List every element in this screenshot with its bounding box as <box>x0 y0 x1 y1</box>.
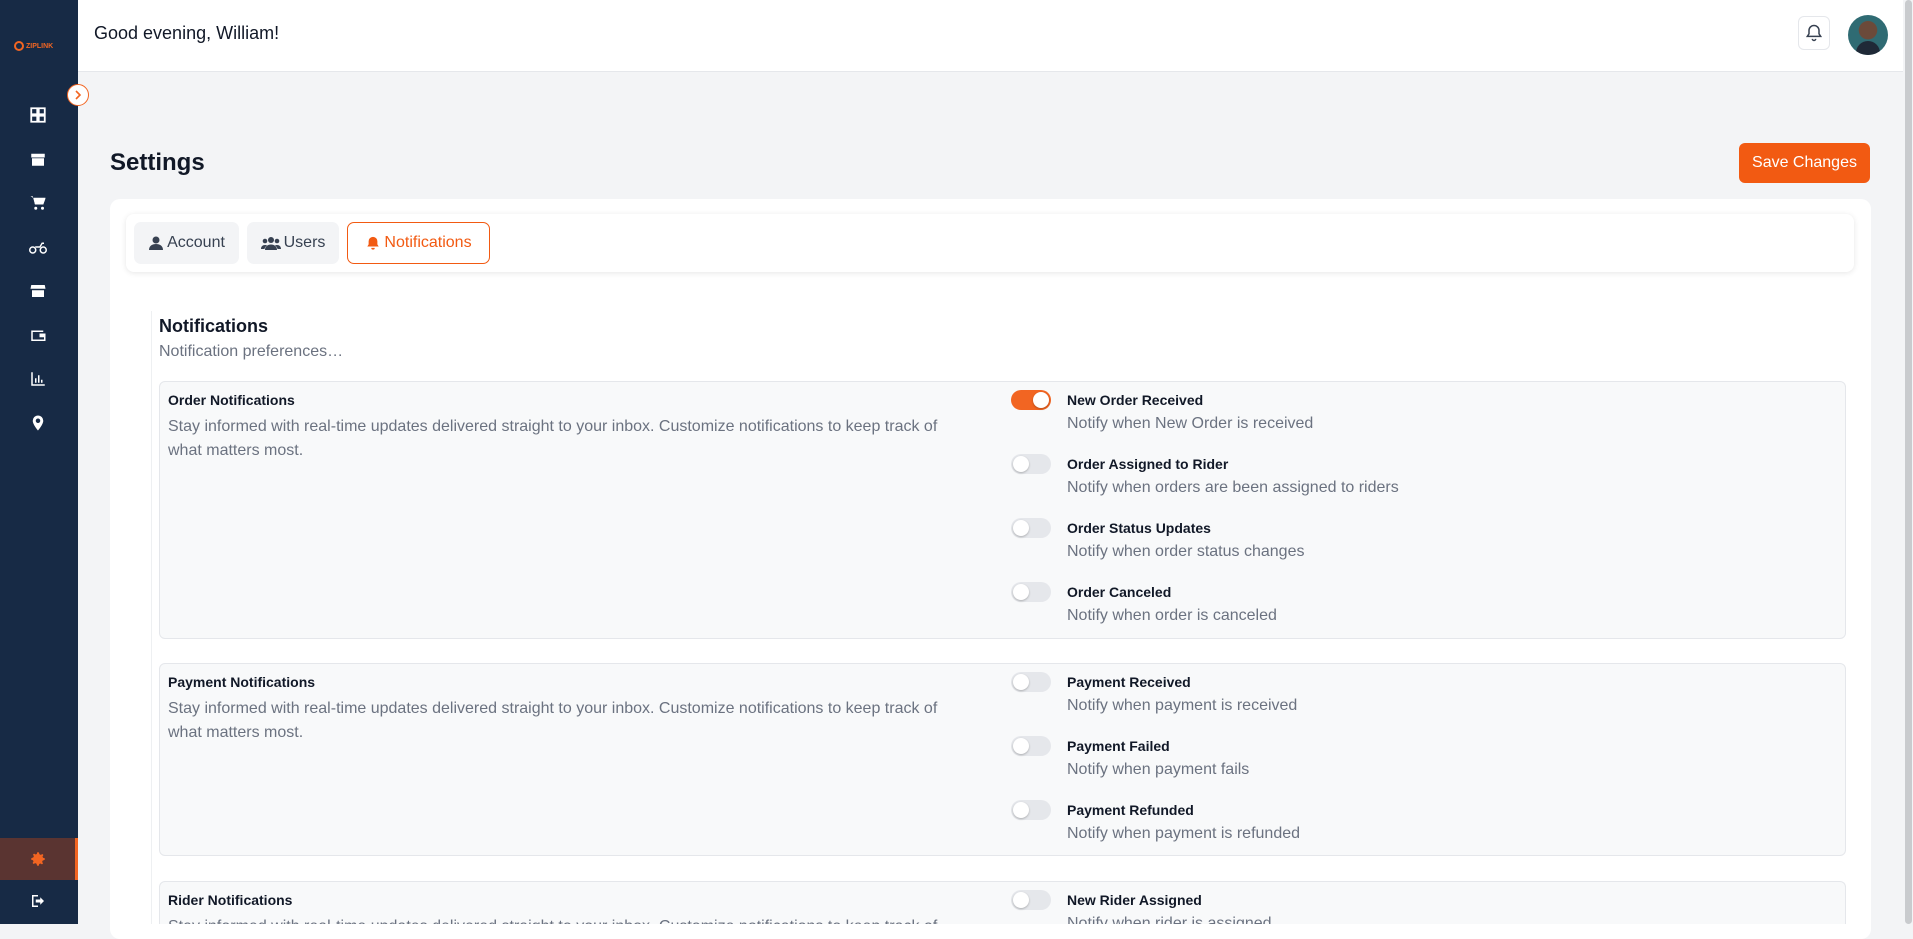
toggle-knob <box>1013 802 1029 818</box>
option-description: Notify when order is canceled <box>1067 607 1277 624</box>
cart-icon[interactable] <box>27 192 49 214</box>
notifications-button[interactable] <box>1798 16 1830 50</box>
logout-icon[interactable] <box>27 890 49 912</box>
toggle-knob <box>1013 674 1029 690</box>
toggle-knob <box>1013 738 1029 754</box>
option-label: Payment Received <box>1067 674 1191 690</box>
tab-notifications-label: Notifications <box>384 234 472 251</box>
option-label: Order Assigned to Rider <box>1067 456 1229 472</box>
tab-account[interactable]: Account <box>134 222 239 264</box>
tab-users-label: Users <box>283 234 326 251</box>
page-title: Settings <box>110 149 205 176</box>
option-label: New Rider Assigned <box>1067 892 1202 908</box>
toggle-knob <box>1013 456 1029 472</box>
order-status-toggle[interactable] <box>1011 518 1051 538</box>
save-changes-button[interactable]: Save Changes <box>1739 143 1870 183</box>
group-description: Stay informed with real-time updates del… <box>168 700 938 741</box>
toggle-knob <box>1033 392 1049 408</box>
store-icon[interactable] <box>27 280 49 302</box>
new-order-received-toggle[interactable] <box>1011 390 1051 410</box>
group-title: Payment Notifications <box>168 674 316 690</box>
option-label: Order Canceled <box>1067 584 1172 600</box>
option-description: Notify when order status changes <box>1067 543 1305 560</box>
toggle-knob <box>1013 520 1029 536</box>
tab-account-label: Account <box>167 234 225 251</box>
sidebar: ZIPLINK <box>0 0 78 924</box>
motorbike-icon[interactable] <box>27 236 49 258</box>
option-label: Payment Failed <box>1067 738 1170 754</box>
wallet-icon[interactable] <box>27 324 49 346</box>
group-description: Stay informed with real-time updates del… <box>168 418 938 459</box>
logo-mark-icon <box>14 41 24 51</box>
group-description: Stay informed with real-time updates del… <box>168 915 968 924</box>
avatar[interactable] <box>1848 15 1888 55</box>
option-description: Notify when payment is received <box>1067 697 1298 714</box>
top-bar: Good evening, William! <box>78 0 1913 72</box>
section-divider <box>151 311 152 924</box>
payment-refunded-toggle[interactable] <box>1011 800 1051 820</box>
tab-users[interactable]: Users <box>247 222 339 264</box>
sidebar-toggle-button[interactable] <box>67 84 89 106</box>
user-icon <box>149 236 164 250</box>
option-description: Notify when payment is refunded <box>1067 825 1301 842</box>
section-title: Notifications <box>159 316 269 336</box>
option-description: Notify when payment fails <box>1067 761 1250 778</box>
toggle-knob <box>1013 584 1029 600</box>
payment-received-toggle[interactable] <box>1011 672 1051 692</box>
gear-icon[interactable] <box>27 848 49 870</box>
greeting-text: Good evening, William! <box>94 23 280 43</box>
payment-failed-toggle[interactable] <box>1011 736 1051 756</box>
order-canceled-toggle[interactable] <box>1011 582 1051 602</box>
chart-icon[interactable] <box>27 368 49 390</box>
option-description: Notify when New Order is received <box>1067 415 1314 432</box>
brand-logo[interactable]: ZIPLINK <box>14 36 60 56</box>
option-label: Payment Refunded <box>1067 802 1194 818</box>
bell-icon <box>367 236 380 250</box>
logo-text: ZIPLINK <box>26 42 54 50</box>
option-label: Order Status Updates <box>1067 520 1211 536</box>
package-icon[interactable] <box>27 148 49 170</box>
group-title: Order Notifications <box>168 392 295 408</box>
toggle-knob <box>1013 892 1029 908</box>
chevron-right-icon <box>75 90 82 100</box>
order-notifications-group: Order Notifications Stay informed with r… <box>159 381 1846 639</box>
bell-icon <box>1805 24 1823 42</box>
option-label: New Order Received <box>1067 392 1204 408</box>
new-rider-assigned-toggle[interactable] <box>1011 890 1051 910</box>
dashboard-icon[interactable] <box>27 104 49 126</box>
option-description: Notify when rider is assigned <box>1067 915 1272 924</box>
option-description: Notify when orders are been assigned to … <box>1067 479 1399 496</box>
rider-notifications-group: Rider Notifications Stay informed with r… <box>159 881 1846 924</box>
section-subtitle: Notification preferences… <box>159 343 344 360</box>
order-assigned-toggle[interactable] <box>1011 454 1051 474</box>
scrollbar-thumb[interactable] <box>1905 0 1912 924</box>
location-pin-icon[interactable] <box>27 412 49 434</box>
payment-notifications-group: Payment Notifications Stay informed with… <box>159 663 1846 856</box>
tab-notifications[interactable]: Notifications <box>347 222 490 264</box>
group-title: Rider Notifications <box>168 892 293 908</box>
users-icon <box>260 237 281 250</box>
